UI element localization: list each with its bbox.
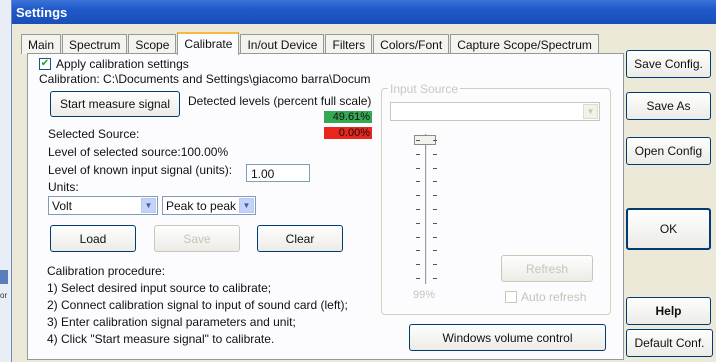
tab-main[interactable]: Main bbox=[21, 34, 62, 54]
chevron-down-icon[interactable]: ▼ bbox=[141, 198, 156, 213]
calibrate-panel: ✔ Apply calibration settings Calibration… bbox=[27, 53, 624, 360]
desktop-label: or bbox=[0, 291, 8, 300]
slider-tick bbox=[433, 195, 437, 197]
measure-type-select[interactable]: Peak to peak ▼ bbox=[162, 196, 256, 215]
slider-tick bbox=[416, 264, 420, 266]
calibration-path: Calibration: C:\Documents and Settings\g… bbox=[39, 72, 371, 86]
open-config-button[interactable]: Open Config bbox=[626, 137, 711, 165]
slider-level-label: 99% bbox=[413, 289, 436, 301]
start-measure-signal-button[interactable]: Start measure signal bbox=[50, 91, 180, 117]
unit-select-value: Volt bbox=[52, 199, 73, 213]
auto-refresh-label: Auto refresh bbox=[521, 290, 587, 304]
level-selected-source: Level of selected source:100.00% bbox=[48, 145, 229, 159]
tab-calibrate[interactable]: Calibrate bbox=[177, 32, 240, 55]
known-input-label: Level of known input signal (units): bbox=[48, 163, 233, 177]
detected-levels-label: Detected levels (percent full scale) bbox=[188, 94, 372, 108]
desktop-background: or bbox=[0, 0, 11, 362]
slider-tick bbox=[416, 209, 420, 210]
detected-level-right: 0.00% bbox=[324, 127, 372, 139]
auto-refresh-checkbox[interactable] bbox=[505, 291, 517, 303]
slider-tick bbox=[433, 278, 437, 279]
slider-tick bbox=[433, 153, 437, 155]
windows-volume-control-button[interactable]: Windows volume control bbox=[409, 324, 606, 351]
save-as-button[interactable]: Save As bbox=[626, 92, 711, 120]
chevron-down-icon[interactable]: ▼ bbox=[239, 198, 254, 213]
procedure-step-3: 3) Enter calibration signal parameters a… bbox=[47, 315, 296, 329]
apply-calibration-checkbox[interactable]: ✔ bbox=[39, 58, 51, 70]
save-button[interactable]: Save bbox=[154, 225, 240, 252]
settings-window: Settings Main Spectrum Scope Calibrate I… bbox=[11, 0, 716, 362]
tab-capture-scope-spectrum[interactable]: Capture Scope/Spectrum bbox=[450, 34, 599, 54]
slider-tick bbox=[416, 250, 420, 252]
measure-type-value: Peak to peak bbox=[166, 199, 237, 213]
slider-tick bbox=[416, 195, 420, 197]
slider-tick bbox=[416, 222, 420, 224]
tab-spectrum[interactable]: Spectrum bbox=[62, 34, 128, 54]
procedure-step-2: 2) Connect calibration signal to input o… bbox=[47, 298, 348, 312]
detected-level-left: 49.61% bbox=[324, 111, 372, 123]
clear-button[interactable]: Clear bbox=[257, 225, 343, 252]
selected-source-label: Selected Source: bbox=[48, 127, 140, 141]
ok-button[interactable]: OK bbox=[626, 208, 711, 250]
save-config-button[interactable]: Save Config. bbox=[626, 50, 711, 78]
window-title: Settings bbox=[16, 5, 68, 20]
tab-colors-font[interactable]: Colors/Font bbox=[373, 34, 450, 54]
units-label: Units: bbox=[48, 180, 79, 194]
slider-tick bbox=[416, 167, 420, 169]
slider-tick bbox=[433, 140, 437, 141]
default-conf-button[interactable]: Default Conf. bbox=[626, 329, 713, 357]
refresh-button[interactable]: Refresh bbox=[501, 255, 593, 282]
chevron-down-icon[interactable]: ▼ bbox=[583, 104, 598, 119]
known-input-field[interactable]: 1.00 bbox=[246, 164, 310, 182]
unit-select[interactable]: Volt ▼ bbox=[48, 196, 158, 215]
desktop-icon bbox=[0, 270, 8, 284]
slider-tick bbox=[416, 153, 420, 155]
procedure-step-4: 4) Click "Start measure signal" to calib… bbox=[47, 332, 275, 346]
apply-calibration-label: Apply calibration settings bbox=[56, 57, 189, 71]
slider-tick bbox=[416, 140, 420, 141]
input-source-title: Input Source bbox=[388, 82, 461, 96]
load-button[interactable]: Load bbox=[50, 225, 136, 252]
tab-filters[interactable]: Filters bbox=[325, 34, 373, 54]
help-button[interactable]: Help bbox=[626, 297, 711, 325]
input-volume-slider-track[interactable] bbox=[425, 134, 428, 284]
slider-tick bbox=[433, 167, 437, 169]
slider-tick bbox=[433, 209, 437, 210]
tab-in-out-device[interactable]: In/out Device bbox=[240, 34, 325, 54]
slider-tick bbox=[433, 222, 437, 224]
tab-strip: Main Spectrum Scope Calibrate In/out Dev… bbox=[21, 32, 600, 55]
slider-tick bbox=[416, 278, 420, 279]
slider-tick bbox=[433, 236, 437, 238]
title-bar[interactable]: Settings bbox=[12, 0, 716, 24]
input-source-select[interactable]: ▼ bbox=[390, 102, 600, 121]
slider-tick bbox=[416, 181, 420, 183]
slider-tick bbox=[433, 181, 437, 183]
slider-tick bbox=[433, 250, 437, 252]
slider-tick bbox=[433, 264, 437, 266]
slider-tick bbox=[416, 236, 420, 238]
procedure-step-1: 1) Select desired input source to calibr… bbox=[47, 281, 272, 295]
tab-scope[interactable]: Scope bbox=[128, 34, 177, 54]
procedure-title: Calibration procedure: bbox=[47, 264, 166, 278]
